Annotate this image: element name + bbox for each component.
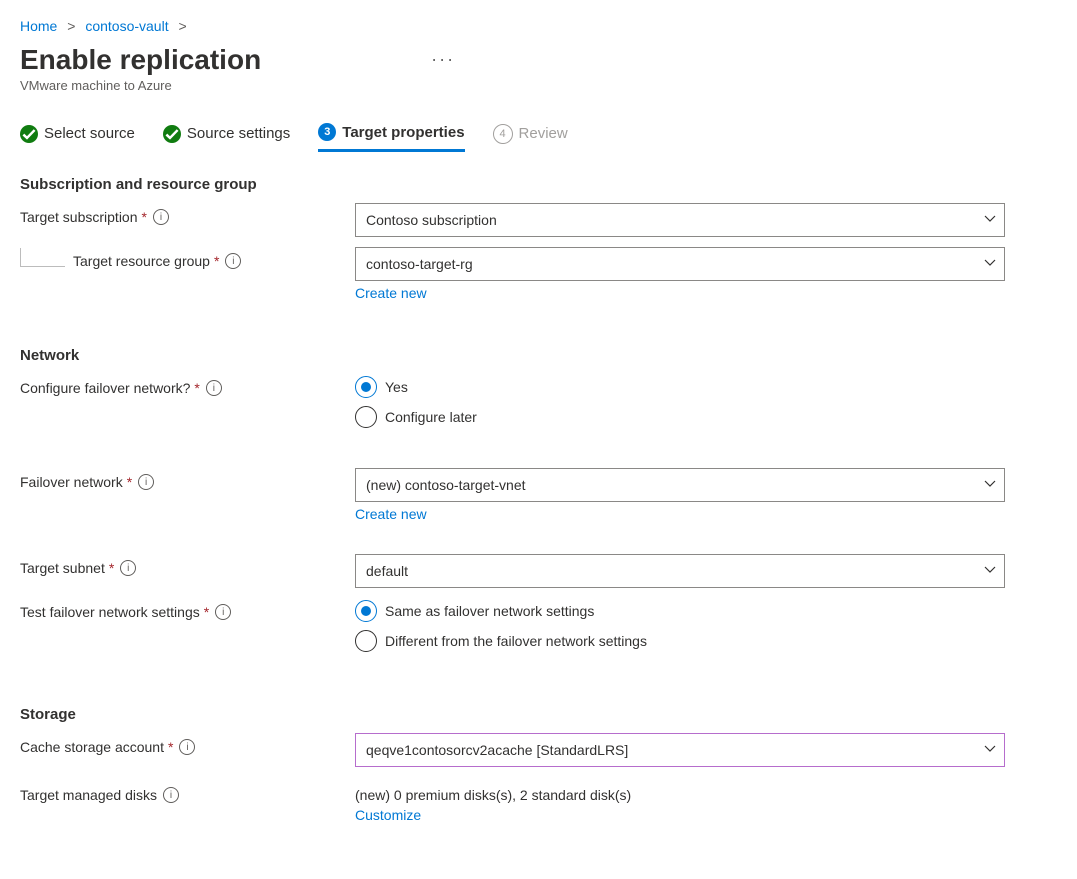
- step-review[interactable]: 4 Review: [493, 123, 568, 152]
- label-target-resource-group: Target resource group * i: [20, 247, 355, 269]
- tree-connector: [20, 248, 65, 267]
- radio-label: Yes: [385, 379, 408, 395]
- label-configure-failover-network: Configure failover network? * i: [20, 374, 355, 396]
- radio-test-same[interactable]: Same as failover network settings: [355, 600, 1005, 622]
- radio-icon: [355, 630, 377, 652]
- required-asterisk: *: [142, 209, 147, 225]
- info-icon[interactable]: i: [138, 474, 154, 490]
- radio-label: Same as failover network settings: [385, 603, 594, 619]
- label-cache-storage-account: Cache storage account * i: [20, 733, 355, 755]
- breadcrumb: Home > contoso-vault >: [20, 18, 1057, 34]
- chevron-down-icon: [984, 477, 996, 493]
- step-number-icon: 4: [493, 124, 513, 144]
- more-actions-button[interactable]: ···: [431, 49, 455, 70]
- select-value: Contoso subscription: [366, 212, 497, 228]
- link-create-new-rg[interactable]: Create new: [355, 285, 427, 301]
- info-icon[interactable]: i: [225, 253, 241, 269]
- breadcrumb-home[interactable]: Home: [20, 18, 57, 34]
- chevron-down-icon: [984, 563, 996, 579]
- radio-icon: [355, 600, 377, 622]
- step-label: Target properties: [342, 124, 464, 141]
- label-failover-network: Failover network * i: [20, 468, 355, 490]
- breadcrumb-vault[interactable]: contoso-vault: [85, 18, 168, 34]
- required-asterisk: *: [168, 739, 173, 755]
- section-heading-subscription: Subscription and resource group: [20, 176, 1057, 193]
- link-customize-disks[interactable]: Customize: [355, 807, 421, 823]
- info-icon[interactable]: i: [120, 560, 136, 576]
- step-source-settings[interactable]: Source settings: [163, 123, 290, 152]
- step-label: Review: [519, 125, 568, 142]
- step-select-source[interactable]: Select source: [20, 123, 135, 152]
- required-asterisk: *: [109, 560, 114, 576]
- select-target-resource-group[interactable]: contoso-target-rg: [355, 247, 1005, 281]
- radio-label: Configure later: [385, 409, 477, 425]
- chevron-down-icon: [984, 256, 996, 272]
- radio-configure-yes[interactable]: Yes: [355, 376, 1005, 398]
- required-asterisk: *: [214, 253, 219, 269]
- step-label: Select source: [44, 125, 135, 142]
- select-value: (new) contoso-target-vnet: [366, 477, 526, 493]
- step-number-icon: 3: [318, 123, 336, 141]
- label-target-managed-disks: Target managed disks i: [20, 781, 355, 803]
- check-icon: [20, 125, 38, 143]
- info-icon[interactable]: i: [206, 380, 222, 396]
- select-target-subscription[interactable]: Contoso subscription: [355, 203, 1005, 237]
- radio-test-different[interactable]: Different from the failover network sett…: [355, 630, 1005, 652]
- required-asterisk: *: [204, 604, 209, 620]
- info-icon[interactable]: i: [179, 739, 195, 755]
- check-icon: [163, 125, 181, 143]
- breadcrumb-sep: >: [67, 18, 75, 34]
- select-value: qeqve1contosorcv2acache [StandardLRS]: [366, 742, 628, 758]
- section-heading-network: Network: [20, 347, 1057, 364]
- radio-group-configure-failover: Yes Configure later: [355, 374, 1005, 436]
- select-value: default: [366, 563, 408, 579]
- select-value: contoso-target-rg: [366, 256, 473, 272]
- step-target-properties[interactable]: 3 Target properties: [318, 123, 464, 152]
- page-subtitle: VMware machine to Azure: [20, 78, 1057, 93]
- radio-configure-later[interactable]: Configure later: [355, 406, 1005, 428]
- label-target-subscription: Target subscription * i: [20, 203, 355, 225]
- link-create-new-network[interactable]: Create new: [355, 506, 427, 522]
- section-heading-storage: Storage: [20, 706, 1057, 723]
- required-asterisk: *: [127, 474, 132, 490]
- chevron-down-icon: [984, 742, 996, 758]
- radio-group-test-failover: Same as failover network settings Differ…: [355, 598, 1005, 660]
- radio-icon: [355, 376, 377, 398]
- label-test-failover-settings: Test failover network settings * i: [20, 598, 355, 620]
- select-target-subnet[interactable]: default: [355, 554, 1005, 588]
- breadcrumb-sep: >: [179, 18, 187, 34]
- page-title: Enable replication: [20, 44, 261, 76]
- required-asterisk: *: [194, 380, 199, 396]
- select-cache-storage-account[interactable]: qeqve1contosorcv2acache [StandardLRS]: [355, 733, 1005, 767]
- info-icon[interactable]: i: [163, 787, 179, 803]
- label-target-subnet: Target subnet * i: [20, 554, 355, 576]
- chevron-down-icon: [984, 212, 996, 228]
- select-failover-network[interactable]: (new) contoso-target-vnet: [355, 468, 1005, 502]
- info-icon[interactable]: i: [153, 209, 169, 225]
- radio-label: Different from the failover network sett…: [385, 633, 647, 649]
- step-label: Source settings: [187, 125, 290, 142]
- info-icon[interactable]: i: [215, 604, 231, 620]
- wizard-steps: Select source Source settings 3 Target p…: [20, 123, 1057, 152]
- radio-icon: [355, 406, 377, 428]
- text-target-managed-disks: (new) 0 premium disks(s), 2 standard dis…: [355, 781, 1005, 803]
